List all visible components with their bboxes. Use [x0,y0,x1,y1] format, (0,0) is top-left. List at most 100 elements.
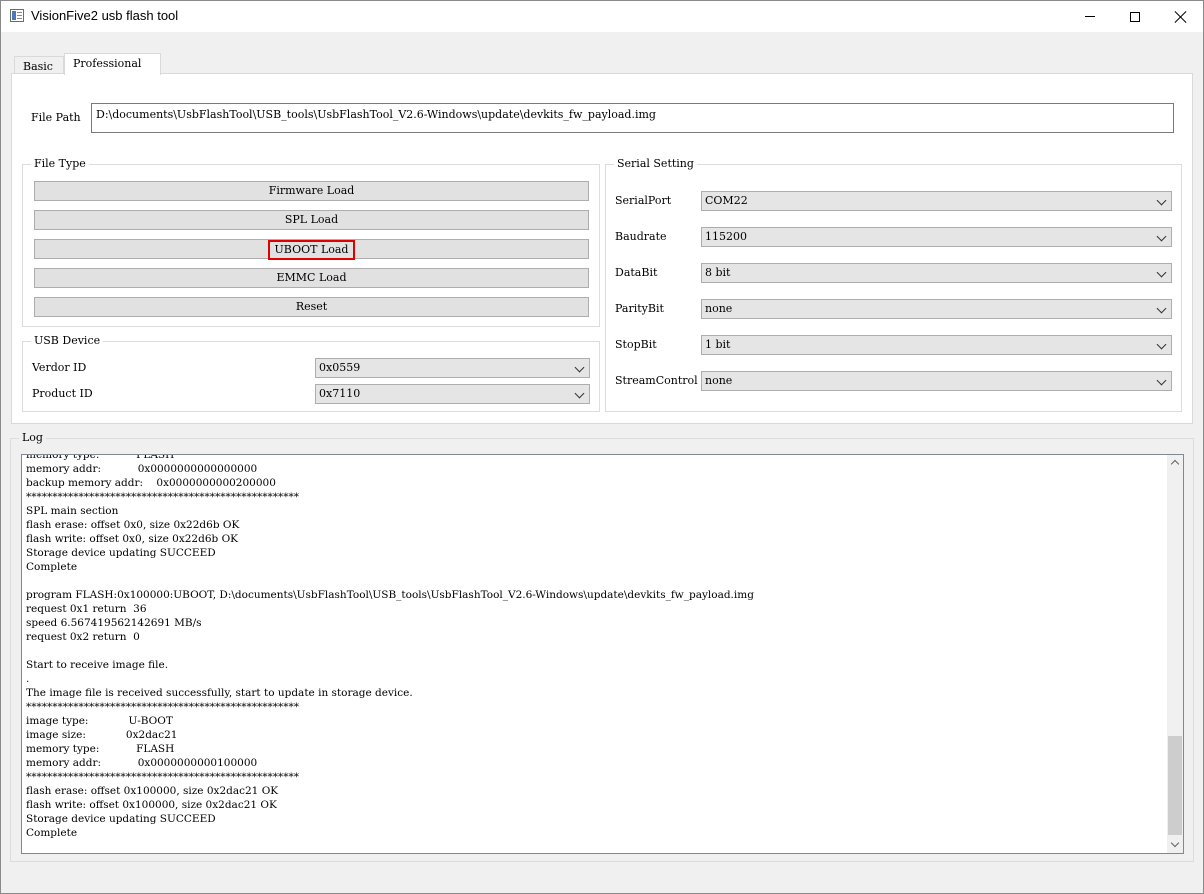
client-area: Basic Professional File Path D:\document… [1,32,1203,893]
reset-label: Reset [295,300,328,313]
paritybit-value: none [705,302,733,315]
log-line: ****************************************… [26,771,299,783]
file-type-group: File Type Firmware Load SPL Load UBOOT L… [22,157,600,327]
chevron-down-icon [1156,339,1167,350]
title-bar: VisionFive2 usb flash tool [1,1,1203,32]
stream-control-label: StreamControl [615,374,698,387]
maximize-button[interactable] [1112,1,1158,32]
vendor-id-select[interactable]: 0x0559 [315,358,590,378]
log-line: backup memory addr: 0x0000000000200000 [26,477,276,489]
chevron-down-icon [1156,231,1167,242]
log-line: Start to receive image file. [26,659,169,671]
log-line: The image file is received successfully,… [26,687,413,699]
minimize-icon [1085,16,1095,17]
file-path-input[interactable]: D:\documents\UsbFlashTool\USB_tools\UsbF… [91,103,1174,133]
chevron-down-icon [1156,375,1167,386]
serial-setting-group: Serial Setting SerialPort COM22 Baudrate… [605,157,1182,412]
log-group: Log memory type: FLASH memory addr: 0x000… [10,431,1194,862]
product-id-label: Product ID [32,387,93,400]
chevron-down-icon [1156,303,1167,314]
scroll-up-arrow-icon[interactable] [1167,455,1183,471]
tab-professional[interactable]: Professional [64,53,161,75]
log-line: ****************************************… [26,701,299,713]
log-line: request 0x2 return 0 [26,631,140,643]
minimize-button[interactable] [1067,1,1113,32]
scroll-down-arrow-icon[interactable] [1167,837,1183,853]
stopbit-label: StopBit [615,338,657,351]
spl-load-label: SPL Load [284,213,339,226]
stopbit-select[interactable]: 1 bit [701,335,1172,355]
log-lines: memory type: FLASH memory addr: 0x0000000… [26,454,1165,840]
chevron-down-icon [574,388,585,399]
log-line: memory type: FLASH [26,743,175,755]
chevron-down-icon [1156,267,1167,278]
emmc-load-button[interactable]: EMMC Load [34,268,589,288]
log-scrollbar[interactable] [1167,455,1183,853]
log-line: flash write: offset 0x0, size 0x22d6b OK [26,533,239,545]
log-line: Complete [26,827,78,839]
log-line: flash erase: offset 0x100000, size 0x2da… [26,785,279,797]
vendor-id-label: Verdor ID [32,361,87,374]
paritybit-select[interactable]: none [701,299,1172,319]
tab-basic[interactable]: Basic [14,56,64,74]
databit-select[interactable]: 8 bit [701,263,1172,283]
stream-control-select[interactable]: none [701,371,1172,391]
baudrate-select[interactable]: 115200 [701,227,1172,247]
stopbit-value: 1 bit [705,338,731,351]
professional-panel: File Path D:\documents\UsbFlashTool\USB_… [11,73,1193,424]
product-id-select[interactable]: 0x7110 [315,384,590,404]
serial-setting-title: Serial Setting [614,157,697,170]
spl-load-button[interactable]: SPL Load [34,210,589,230]
close-icon [1175,11,1187,23]
log-line: image size: 0x2dac21 [26,729,178,741]
stream-control-value: none [705,374,733,387]
vendor-id-value: 0x0559 [319,361,361,374]
firmware-load-label: Firmware Load [268,184,355,197]
log-line: . [26,673,30,685]
chevron-down-icon [574,362,585,373]
serial-port-label: SerialPort [615,194,672,207]
product-id-value: 0x7110 [319,387,361,400]
log-line: Storage device updating SUCCEED [26,813,216,825]
serial-port-select[interactable]: COM22 [701,191,1172,211]
log-line: program FLASH:0x100000:UBOOT, D:\documen… [26,589,754,601]
file-type-title: File Type [31,157,89,170]
databit-value: 8 bit [705,266,731,279]
usb-device-title: USB Device [31,334,104,347]
log-line: memory type: FLASH [26,454,175,461]
log-line: Storage device updating SUCCEED [26,547,216,559]
window-title: VisionFive2 usb flash tool [31,8,179,23]
log-line: image type: U-BOOT [26,715,173,727]
app-window: VisionFive2 usb flash tool Basic Profess… [0,0,1204,894]
uboot-load-button[interactable]: UBOOT Load [34,239,589,260]
scroll-thumb[interactable] [1168,736,1182,835]
log-title: Log [19,431,46,444]
log-line: request 0x1 return 36 [26,603,147,615]
log-line: Complete [26,561,78,573]
log-line: ****************************************… [26,491,299,503]
file-path-label: File Path [31,111,81,124]
log-line: speed 6.567419562142691 MB/s [26,617,202,629]
usb-device-group: USB Device Verdor ID 0x0559 Product ID 0… [22,334,600,412]
firmware-load-button[interactable]: Firmware Load [34,181,589,201]
log-line: flash write: offset 0x100000, size 0x2da… [26,799,277,811]
serial-port-value: COM22 [705,194,748,207]
log-line: memory addr: 0x0000000000100000 [26,757,258,769]
uboot-load-highlight: UBOOT Load [267,240,356,260]
chevron-down-icon [1156,195,1167,206]
paritybit-label: ParityBit [615,302,664,315]
log-textarea[interactable]: memory type: FLASH memory addr: 0x0000000… [21,454,1184,854]
baudrate-label: Baudrate [615,230,667,243]
log-line: flash erase: offset 0x0, size 0x22d6b OK [26,519,240,531]
maximize-icon [1130,11,1140,22]
baudrate-value: 115200 [705,230,747,243]
reset-button[interactable]: Reset [34,297,589,317]
log-line: memory addr: 0x0000000000000000 [26,463,258,475]
log-line: SPL main section [26,505,119,517]
databit-label: DataBit [615,266,658,279]
emmc-load-label: EMMC Load [276,271,347,284]
close-button[interactable] [1158,1,1204,32]
app-icon [10,9,24,22]
